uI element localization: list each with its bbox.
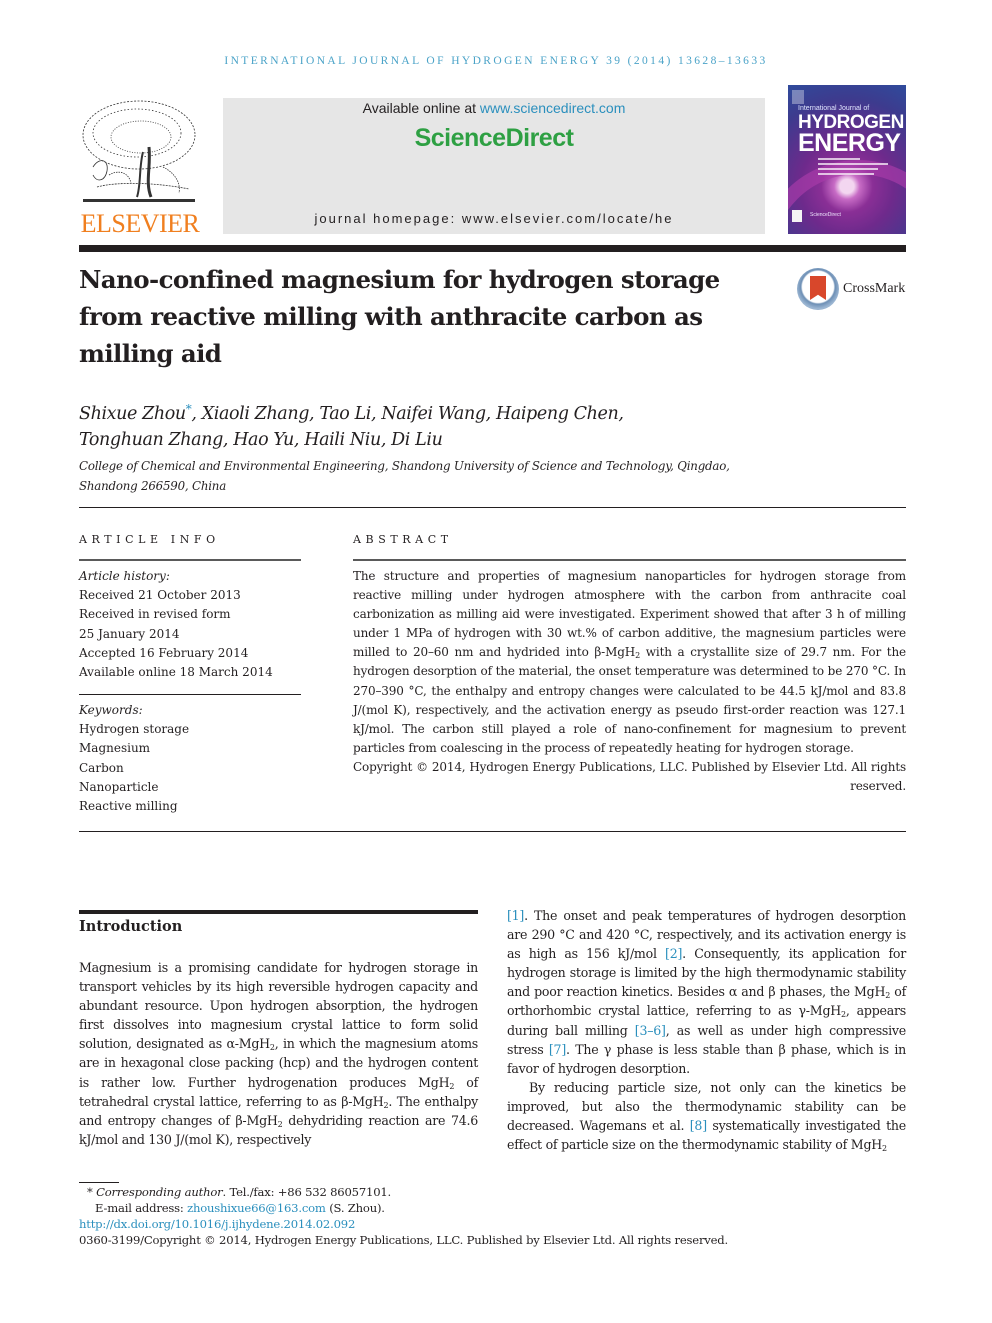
email-label: E-mail address: (95, 1201, 188, 1215)
author-corresponding: Shixue Zhou (79, 404, 186, 424)
sciencedirect-logo[interactable]: ScienceDirect (223, 124, 765, 153)
cover-kicker: International Journal of (798, 105, 870, 112)
journal-cover-image[interactable]: International Journal of HYDROGEN ENERGY… (788, 85, 906, 234)
introduction-rule (79, 910, 478, 914)
author-line-1-rest: , Xiaoli Zhang, Tao Li, Naifei Wang, Hai… (191, 404, 624, 424)
author-list: Shixue Zhou*, Xiaoli Zhang, Tao Li, Naif… (79, 396, 779, 453)
affiliation-line-1: College of Chemical and Environmental En… (79, 459, 730, 473)
keyword-item: Nanoparticle (79, 779, 159, 794)
elsevier-logo[interactable]: ELSEVIER (79, 97, 201, 238)
body-column-right: [1]. The onset and peak temperatures of … (507, 906, 906, 1154)
corresponding-author-footnote: * Corresponding author. Tel./fax: +86 53… (79, 1184, 839, 1200)
keywords-label: Keywords: (79, 703, 143, 717)
introduction-paragraph-continued: [1]. The onset and peak temperatures of … (507, 908, 907, 1076)
doi-line: http://dx.doi.org/10.1016/j.ijhydene.201… (79, 1216, 839, 1232)
article-title: Nano-confined magnesium for hydrogen sto… (79, 265, 720, 368)
abstract-text-part: with a crystallite size of 29.7 nm. For … (353, 645, 906, 755)
introduction-heading: Introduction (79, 918, 183, 935)
telephone: . Tel./fax: +86 532 86057101. (222, 1185, 392, 1199)
history-item: Received 21 October 2013 (79, 588, 241, 603)
sciencedirect-banner: Available online at www.sciencedirect.co… (223, 98, 765, 234)
abstract-text: The structure and properties of magnesiu… (353, 569, 906, 755)
keyword-item: Magnesium (79, 741, 151, 756)
elsevier-wordmark: ELSEVIER (80, 209, 200, 238)
cover-publisher-badge-icon (792, 210, 802, 222)
article-info-heading: ARTICLE INFO (79, 533, 220, 546)
elsevier-tree-icon (82, 100, 196, 202)
keywords: Keywords: Hydrogen storage Magnesium Car… (79, 701, 301, 816)
keyword-item: Reactive milling (79, 799, 178, 814)
citation-link[interactable]: [1] (507, 908, 524, 923)
abstract-body: The structure and properties of magnesiu… (353, 567, 906, 796)
email-footnote: E-mail address: zhoushixue66@163.com (S.… (79, 1200, 839, 1216)
article-info-divider (79, 559, 301, 561)
citation-link[interactable]: [7] (549, 1042, 566, 1057)
journal-homepage-line: journal homepage: www.elsevier.com/locat… (223, 211, 765, 226)
issn-copyright: 0360-3199/Copyright © 2014, Hydrogen Ene… (79, 1233, 728, 1247)
running-head: INTERNATIONAL JOURNAL OF HYDROGEN ENERGY… (224, 55, 768, 67)
history-item: Accepted 16 February 2014 (79, 645, 249, 660)
footnotes: * Corresponding author. Tel./fax: +86 53… (79, 1184, 839, 1248)
cover-emblem-icon (792, 90, 804, 104)
article-history-label: Article history: (79, 569, 170, 583)
history-item: 25 January 2014 (79, 626, 180, 641)
introduction-paragraph: By reducing particle size, not only can … (507, 1078, 906, 1154)
abstract-divider (353, 559, 906, 561)
author-line-2: Tonghuan Zhang, Hao Yu, Haili Niu, Di Li… (79, 430, 443, 450)
body-column-left: Magnesium is a promising candidate for h… (79, 958, 478, 1149)
corresponding-author-label: Corresponding author (96, 1185, 223, 1199)
author-line-1: Shixue Zhou*, Xiaoli Zhang, Tao Li, Naif… (79, 396, 779, 427)
history-item: Available online 18 March 2014 (79, 665, 273, 680)
article-history: Article history: Received 21 October 201… (79, 567, 301, 682)
email-link[interactable]: zhoushixue66@163.com (187, 1201, 326, 1215)
cover-title-line2: ENERGY (798, 129, 901, 157)
affiliation: College of Chemical and Environmental En… (79, 457, 779, 496)
abstract-copyright: Copyright © 2014, Hydrogen Energy Public… (353, 759, 906, 794)
citation-link[interactable]: [8] (690, 1118, 707, 1133)
keyword-item: Carbon (79, 760, 124, 775)
cover-editor-lines (818, 158, 888, 178)
journal-homepage-url[interactable]: www.elsevier.com/locate/he (462, 211, 674, 226)
history-item: Received in revised form (79, 607, 231, 622)
abstract-heading: ABSTRACT (353, 533, 453, 546)
crossmark-button[interactable]: CrossMark (797, 268, 912, 310)
abstract-end-divider (79, 831, 906, 832)
footnote-rule (79, 1182, 119, 1183)
available-online-label: Available online at (362, 100, 480, 116)
keyword-item: Hydrogen storage (79, 722, 190, 737)
introduction-paragraph: Magnesium is a promising candidate for h… (79, 960, 479, 1147)
doi-link[interactable]: http://dx.doi.org/10.1016/j.ijhydene.201… (79, 1217, 355, 1231)
masthead-divider (79, 245, 906, 252)
cover-footer: ScienceDirect (810, 212, 841, 218)
keywords-divider (79, 694, 301, 695)
crossmark-label: CrossMark (843, 281, 906, 296)
text-run: . The γ phase is less stable than β phas… (507, 1041, 906, 1076)
subscript: 2 (882, 1144, 887, 1154)
email-owner: (S. Zhou). (325, 1201, 385, 1215)
available-online-line: Available online at www.sciencedirect.co… (223, 100, 765, 116)
section-divider (79, 507, 906, 508)
footnote-mark: * (87, 1185, 93, 1199)
citation-link[interactable]: [2] (665, 946, 682, 961)
affiliation-line-2: Shandong 266590, China (79, 478, 227, 493)
citation-link[interactable]: [3–6] (635, 1023, 666, 1038)
journal-homepage-label: journal homepage: (314, 211, 462, 226)
sciencedirect-link[interactable]: www.sciencedirect.com (480, 100, 626, 116)
